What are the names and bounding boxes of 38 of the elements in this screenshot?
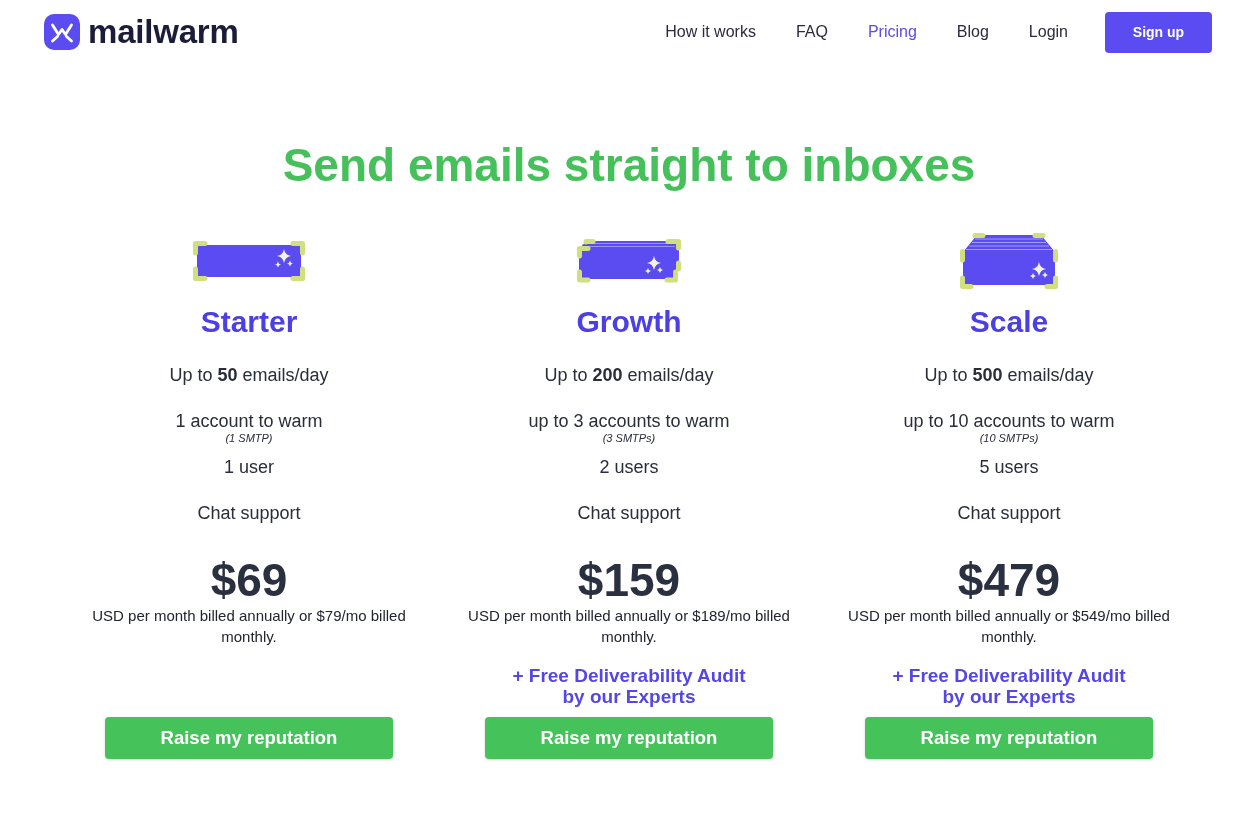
feature-text: up to 3 accounts to warm bbox=[528, 410, 730, 432]
bonus-offer: + Free Deliverability Audit by our Experts bbox=[891, 665, 1127, 707]
sparkle-card-icon bbox=[192, 240, 306, 282]
price: $479 bbox=[957, 555, 1061, 605]
billing-note: USD per month billed annually or $79/mo billed monthly. bbox=[91, 606, 407, 647]
feature-note: (3 SMTPs) bbox=[602, 432, 656, 445]
headline: Send emails straight to inboxes bbox=[281, 138, 977, 193]
nav-link[interactable]: Blog bbox=[956, 22, 989, 42]
feature-text: 2 users bbox=[599, 456, 659, 478]
feature-text: Up to 500 emails/day bbox=[924, 364, 1094, 386]
card-pile-icon bbox=[959, 232, 1059, 290]
card-stack-icon bbox=[576, 239, 682, 283]
nav-link[interactable]: Pricing bbox=[867, 22, 917, 42]
feature-text: Chat support bbox=[957, 502, 1061, 524]
feature-text: Up to 200 emails/day bbox=[544, 364, 714, 386]
feature-text: Up to 50 emails/day bbox=[169, 364, 329, 386]
price: $69 bbox=[210, 555, 288, 605]
nav-link[interactable]: FAQ bbox=[795, 22, 828, 42]
bonus-offer: + Free Deliverability Audit by our Experts bbox=[511, 665, 747, 707]
logo-icon[interactable] bbox=[44, 14, 80, 50]
plan-name: Growth bbox=[576, 304, 682, 340]
feature-note: (10 SMTPs) bbox=[979, 432, 1039, 445]
feature-text: 1 account to warm bbox=[175, 410, 323, 432]
plan-name: Scale bbox=[969, 304, 1049, 340]
feature-text: 1 user bbox=[223, 456, 274, 478]
feature-text: Chat support bbox=[197, 502, 301, 524]
logo-wordmark[interactable]: mailwarm bbox=[88, 14, 239, 50]
billing-note: USD per month billed annually or $549/mo billed monthly. bbox=[847, 606, 1171, 647]
feature-text: 5 users bbox=[979, 456, 1039, 478]
nav-link[interactable]: Login bbox=[1028, 22, 1068, 42]
signup-button[interactable]: Sign up bbox=[1105, 11, 1212, 53]
billing-note: USD per month billed annually or $189/mo billed monthly. bbox=[467, 606, 791, 647]
feature-note: (1 SMTP) bbox=[225, 432, 273, 445]
feature-text: Chat support bbox=[577, 502, 681, 524]
plan-name: Starter bbox=[200, 304, 298, 340]
feature-text: up to 10 accounts to warm bbox=[903, 410, 1115, 432]
price: $159 bbox=[577, 555, 681, 605]
nav-link[interactable]: How it works bbox=[665, 22, 756, 42]
